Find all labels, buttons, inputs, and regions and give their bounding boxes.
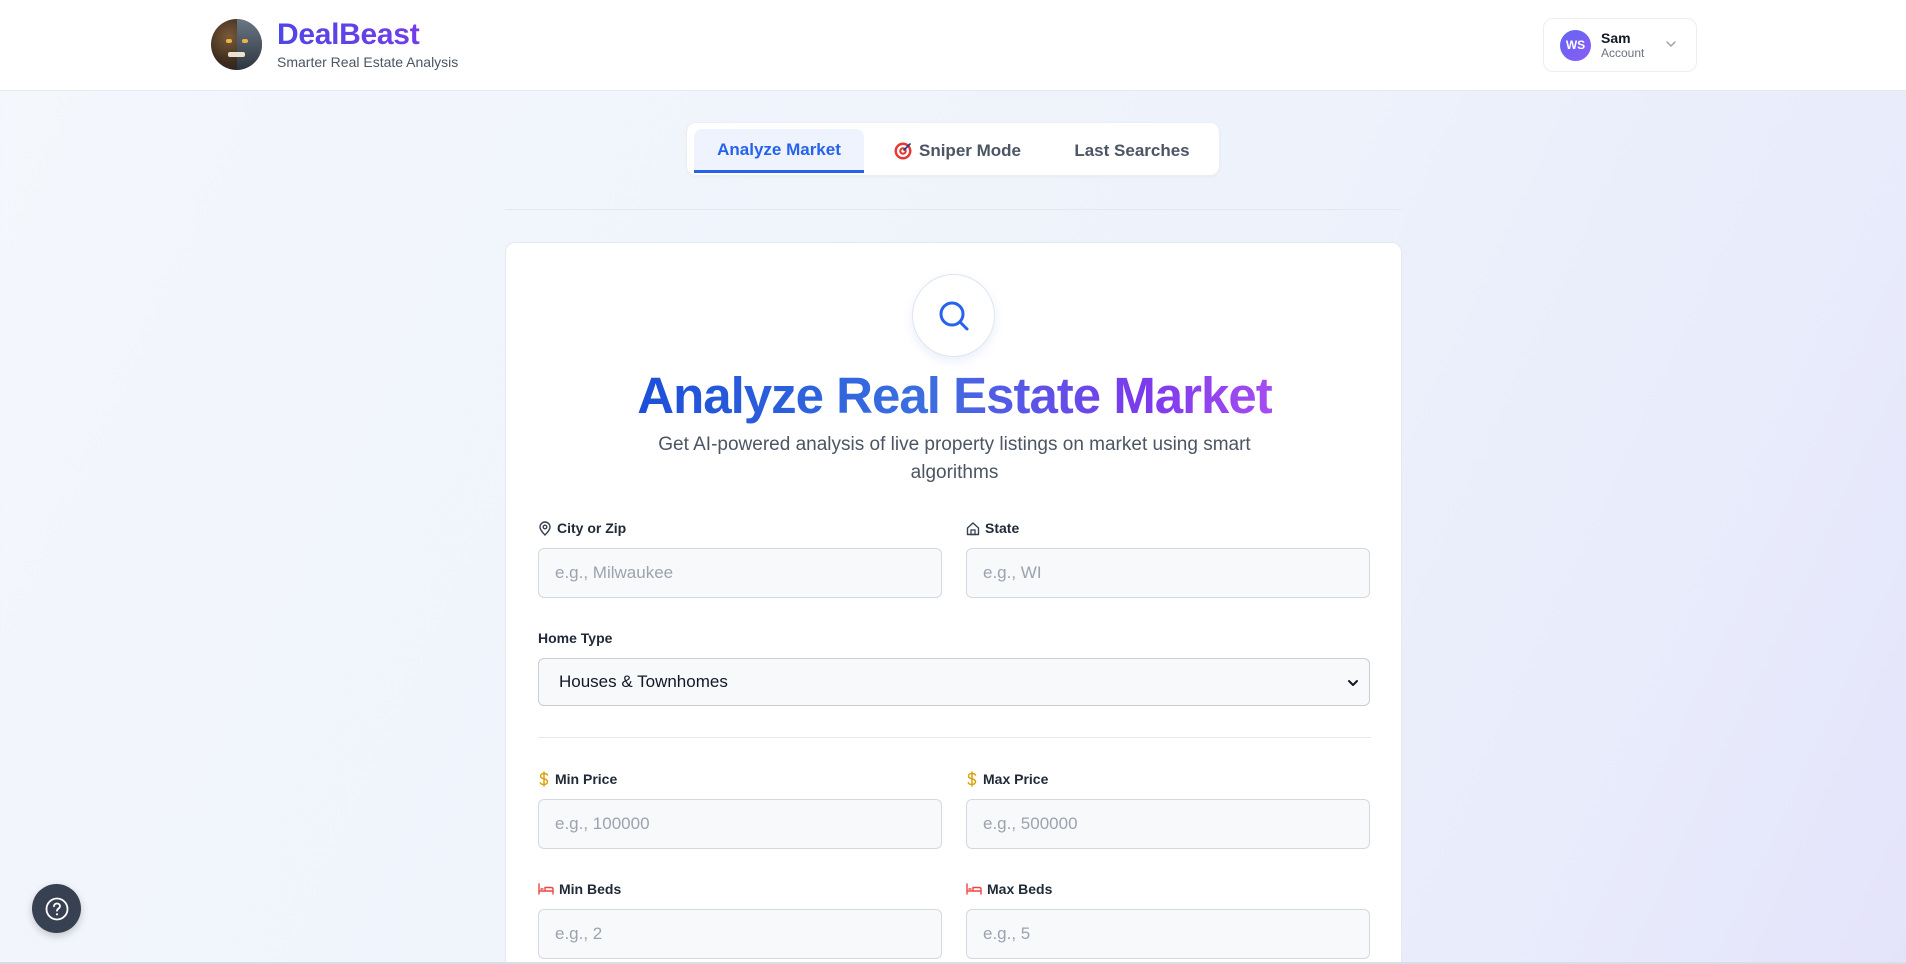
bed-icon — [966, 883, 982, 895]
tab-label: Analyze Market — [717, 139, 841, 159]
brand[interactable]: DealBeast Smarter Real Estate Analysis — [211, 18, 458, 70]
bed-icon — [538, 883, 554, 895]
home-type-select[interactable]: Houses & Townhomes — [538, 658, 1370, 706]
max-beds-label: Max Beds — [966, 881, 1052, 897]
max-beds-input[interactable] — [966, 909, 1370, 959]
page-subtitle: Get AI-powered analysis of live property… — [658, 434, 1251, 483]
max-price-input[interactable] — [966, 799, 1370, 849]
beast-logo — [211, 18, 262, 70]
target-icon — [894, 142, 912, 160]
min-price-input[interactable] — [538, 799, 942, 849]
dollar-icon — [539, 771, 549, 787]
tab-analyze-market[interactable]: Analyze Market — [694, 129, 864, 173]
state-input[interactable] — [966, 548, 1370, 598]
home-type-value: Houses & Townhomes — [559, 672, 728, 691]
search-badge — [912, 274, 995, 357]
building-icon — [966, 521, 980, 535]
tab-sniper-mode[interactable]: Sniper Mode — [887, 129, 1027, 173]
min-price-label: Min Price — [538, 771, 617, 787]
account-subtitle: Account — [1601, 46, 1645, 60]
brand-tagline: Smarter Real Estate Analysis — [277, 54, 459, 70]
account-menu-button[interactable]: WS Sam Account — [1543, 18, 1697, 72]
help-button[interactable] — [32, 884, 81, 933]
avatar: WS — [1560, 29, 1591, 61]
tab-label: Last Searches — [1074, 141, 1190, 160]
section-divider — [538, 737, 1371, 738]
question-icon — [45, 897, 68, 920]
map-pin-icon — [539, 520, 551, 536]
mode-tabs: Analyze Market Sniper Mode Last Searches — [686, 122, 1220, 176]
page-title: Analyze Real Estate Market — [637, 367, 1272, 424]
brand-name: DealBeast — [277, 18, 458, 52]
search-icon — [939, 301, 968, 330]
app-header: DealBeast Smarter Real Estate Analysis W… — [0, 0, 1906, 91]
min-beds-input[interactable] — [538, 909, 942, 959]
min-beds-label: Min Beds — [538, 881, 621, 897]
dollar-icon — [967, 771, 977, 787]
chevron-down-icon — [1666, 41, 1676, 47]
analyze-form-card: Analyze Real Estate Market Get AI-powere… — [505, 242, 1402, 964]
max-price-label: Max Price — [966, 771, 1048, 787]
state-label: State — [966, 520, 1019, 536]
divider — [505, 209, 1402, 210]
tab-last-searches[interactable]: Last Searches — [1057, 129, 1207, 173]
tab-label: Sniper Mode — [918, 141, 1021, 160]
chevron-down-icon — [1348, 680, 1358, 686]
account-name: Sam — [1601, 30, 1631, 46]
city-label: City or Zip — [538, 520, 626, 536]
home-type-label: Home Type — [538, 630, 613, 646]
city-input[interactable] — [538, 548, 942, 598]
